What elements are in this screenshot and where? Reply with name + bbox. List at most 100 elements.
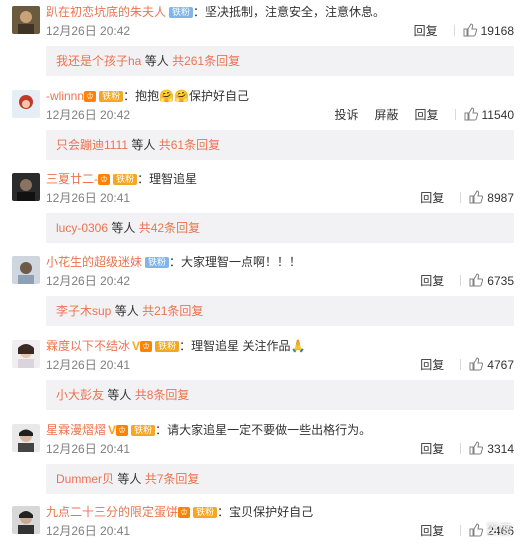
reply-button[interactable]: 回复 [414, 24, 438, 38]
reply-button[interactable]: 回复 [420, 442, 444, 456]
comment-actions: 回复 8987 [404, 190, 514, 206]
comment-header: 趴在初恋坑底的朱夫人 铁粉 ：坚决抵制，注意安全，注意休息。 [46, 5, 386, 19]
reply-count[interactable]: 共42条回复 [139, 221, 200, 235]
crown-badge: ♔ [116, 425, 129, 436]
comment-text: 大家理智一点啊！！！ [181, 255, 302, 269]
comment-text: 抱抱🤗🤗保护好自己 [135, 89, 250, 103]
comment-header: 九点二十三分的限定蛋饼 ♔ 铁粉 ：宝贝保护好自己 [46, 505, 314, 519]
reply-summary[interactable]: Dummer贝 等人 共7条回复 [46, 464, 514, 494]
reply-button[interactable]: 回复 [415, 108, 439, 122]
reply-summary[interactable]: 小大彭友 等人 共8条回复 [46, 380, 514, 410]
comment-time: 12月26日 20:41 [46, 358, 131, 372]
reply-people-label: 等人 [144, 54, 169, 68]
crown-badge: ♔ [98, 174, 111, 185]
divider [454, 109, 456, 120]
comment-header: 霖度以下不结冰 V ♔ 铁粉 ：理智追星 关注作品🙏 [46, 339, 306, 353]
comment-item: 三夏廿二- ♔ 铁粉 ：理智追星 12月26日 20:41 回复 8987 lucy-0… [0, 167, 526, 247]
comment-header: 星霖漫熠熠 V ♔ 铁粉 ：请大家追星一定不要做一些出格行为。 [46, 423, 372, 437]
crown-badge: ♔ [140, 341, 153, 352]
avatar[interactable] [12, 506, 40, 534]
report-button[interactable]: 投诉 [334, 108, 358, 122]
reply-count[interactable]: 共261条回复 [172, 54, 240, 68]
reply-user[interactable]: lucy-0306 [56, 221, 108, 235]
reply-user[interactable]: 小大彭友 [56, 388, 104, 402]
comment-time: 12月26日 20:41 [46, 524, 131, 538]
thumbs-up-icon[interactable] [469, 441, 484, 455]
comment-text: 请大家追星一定不要做一些出格行为。 [167, 423, 372, 437]
fan-badge: 铁粉 [113, 174, 138, 185]
watermark: 百度 [485, 522, 512, 537]
like-count: 6735 [487, 274, 514, 288]
thumbs-up-icon[interactable] [463, 23, 477, 37]
comment-time: 12月26日 20:42 [46, 108, 131, 122]
comment-header: -wlinnn ♔ 铁粉 ：抱抱🤗🤗保护好自己 [46, 89, 250, 103]
reply-people-label: 等人 [131, 138, 156, 152]
like-count: 4767 [487, 358, 514, 372]
comment-time: 12月26日 20:41 [46, 191, 131, 205]
reply-people-label: 等人 [117, 472, 142, 486]
reply-people-label: 等人 [111, 221, 136, 235]
comment-text: 理智追星 关注作品🙏 [191, 339, 306, 353]
comment-item: 星霖漫熠熠 V ♔ 铁粉 ：请大家追星一定不要做一些出格行为。 12月26日 20:41… [0, 418, 526, 498]
reply-summary[interactable]: 我还是个孩子ha 等人 共261条回复 [46, 46, 514, 76]
avatar[interactable] [12, 256, 40, 284]
divider [460, 192, 462, 203]
avatar[interactable] [12, 340, 40, 368]
avatar[interactable] [12, 6, 40, 34]
like-count: 8987 [487, 191, 514, 205]
comment-time: 12月26日 20:41 [46, 442, 131, 456]
reply-count[interactable]: 共7条回复 [145, 472, 200, 486]
divider [460, 525, 462, 536]
avatar[interactable] [12, 424, 40, 452]
crown-badge: ♔ [178, 507, 191, 518]
reply-button[interactable]: 回复 [420, 274, 444, 288]
reply-people-label: 等人 [107, 388, 132, 402]
comment-actions: 回复 19168 [398, 23, 514, 39]
divider [460, 443, 462, 454]
username[interactable]: 三夏廿二- [46, 172, 98, 186]
fan-badge: 铁粉 [99, 91, 124, 102]
divider [460, 359, 462, 370]
username[interactable]: 趴在初恋坑底的朱夫人 [46, 5, 166, 19]
reply-summary[interactable]: 李子木sup 等人 共21条回复 [46, 296, 514, 326]
comment-header: 三夏廿二- ♔ 铁粉 ：理智追星 [46, 172, 198, 186]
username[interactable]: 小花生的超级迷妹 [46, 255, 142, 269]
reply-button[interactable]: 回复 [420, 524, 444, 538]
username[interactable]: -wlinnn [46, 89, 84, 103]
thumbs-up-icon[interactable] [464, 107, 478, 121]
fan-badge: 铁粉 [145, 257, 170, 268]
reply-summary[interactable]: 只会蹦迪1111 等人 共61条回复 [46, 130, 514, 160]
reply-button[interactable]: 回复 [420, 358, 444, 372]
fan-badge: 铁粉 [131, 425, 156, 436]
reply-user[interactable]: 只会蹦迪1111 [56, 138, 128, 152]
comment-text: 宝贝保护好自己 [229, 505, 314, 519]
reply-user[interactable]: 李子木sup [56, 304, 111, 318]
comment-actions: 回复 6735 [404, 273, 514, 289]
thumbs-up-icon[interactable] [469, 273, 484, 287]
reply-count[interactable]: 共21条回复 [142, 304, 203, 318]
username[interactable]: 九点二十三分的限定蛋饼 [46, 505, 178, 519]
reply-button[interactable]: 回复 [420, 191, 444, 205]
avatar[interactable] [12, 90, 40, 118]
username[interactable]: 星霖漫熠熠 [46, 423, 106, 437]
thumbs-up-icon[interactable] [469, 190, 484, 204]
reply-count[interactable]: 共61条回复 [159, 138, 220, 152]
block-button[interactable]: 屏蔽 [374, 108, 398, 122]
comment-time: 12月26日 20:42 [46, 24, 131, 38]
avatar[interactable] [12, 173, 40, 201]
comment-text: 理智追星 [149, 172, 198, 186]
reply-count[interactable]: 共8条回复 [135, 388, 190, 402]
fan-badge: 铁粉 [155, 341, 180, 352]
reply-user[interactable]: Dummer贝 [56, 472, 114, 486]
comment-header: 小花生的超级迷妹 铁粉 ：大家理智一点啊！！！ [46, 255, 302, 269]
fan-badge: 铁粉 [193, 507, 218, 518]
thumbs-up-icon[interactable] [469, 357, 484, 371]
thumbs-up-icon[interactable] [469, 523, 484, 537]
reply-user[interactable]: 我还是个孩子ha [56, 54, 141, 68]
divider [453, 25, 455, 36]
comment-time: 12月26日 20:42 [46, 274, 131, 288]
divider [460, 275, 462, 286]
username[interactable]: 霖度以下不结冰 [46, 339, 130, 353]
comment-text: 坚决抵制，注意安全，注意休息。 [205, 5, 386, 19]
reply-summary[interactable]: lucy-0306 等人 共42条回复 [46, 213, 514, 243]
